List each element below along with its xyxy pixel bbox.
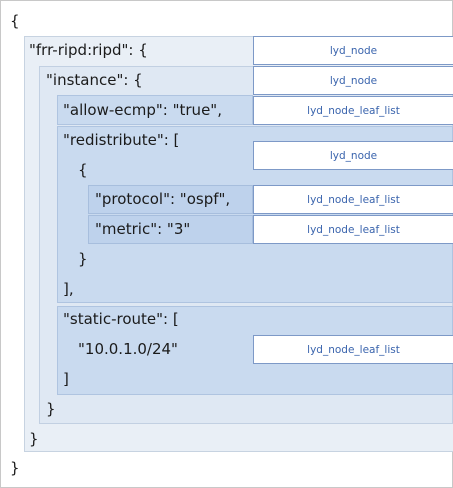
protocol-type-tag: lyd_node_leaf_list xyxy=(253,185,453,214)
redistribute-entry-open: { xyxy=(78,161,88,179)
ripd-close-brace: } xyxy=(29,430,39,448)
metric-line: "metric": "3" xyxy=(95,220,191,238)
static-route-type-tag: lyd_node_leaf_list xyxy=(253,335,453,364)
static-route-value-line: "10.0.1.0/24" xyxy=(78,340,178,358)
redistribute-close-line: ], xyxy=(63,280,74,298)
protocol-line: "protocol": "ospf", xyxy=(95,190,231,208)
root-close-brace: } xyxy=(10,459,20,477)
static-route-close-line: ] xyxy=(63,370,69,388)
root-open-brace: { xyxy=(10,12,20,30)
allow-ecmp-type-tag: lyd_node_leaf_list xyxy=(253,96,453,125)
static-route-key-line: "static-route": [ xyxy=(63,310,179,328)
instance-type-tag: lyd_node xyxy=(253,66,453,95)
ripd-type-tag: lyd_node xyxy=(253,36,453,65)
allow-ecmp-line: "allow-ecmp": "true", xyxy=(63,101,222,119)
metric-type-tag: lyd_node_leaf_list xyxy=(253,215,453,244)
redistribute-key-line: "redistribute": [ xyxy=(63,131,180,149)
ripd-key-line: "frr-ripd:ripd": { xyxy=(29,41,148,59)
instance-key-line: "instance": { xyxy=(46,71,143,89)
instance-close-brace: } xyxy=(46,400,56,418)
redistribute-entry-close: } xyxy=(78,250,88,268)
redistribute-entry-type-tag: lyd_node xyxy=(253,141,453,170)
diagram-frame: { "frr-ripd:ripd": { "instance": { "allo… xyxy=(0,0,453,488)
